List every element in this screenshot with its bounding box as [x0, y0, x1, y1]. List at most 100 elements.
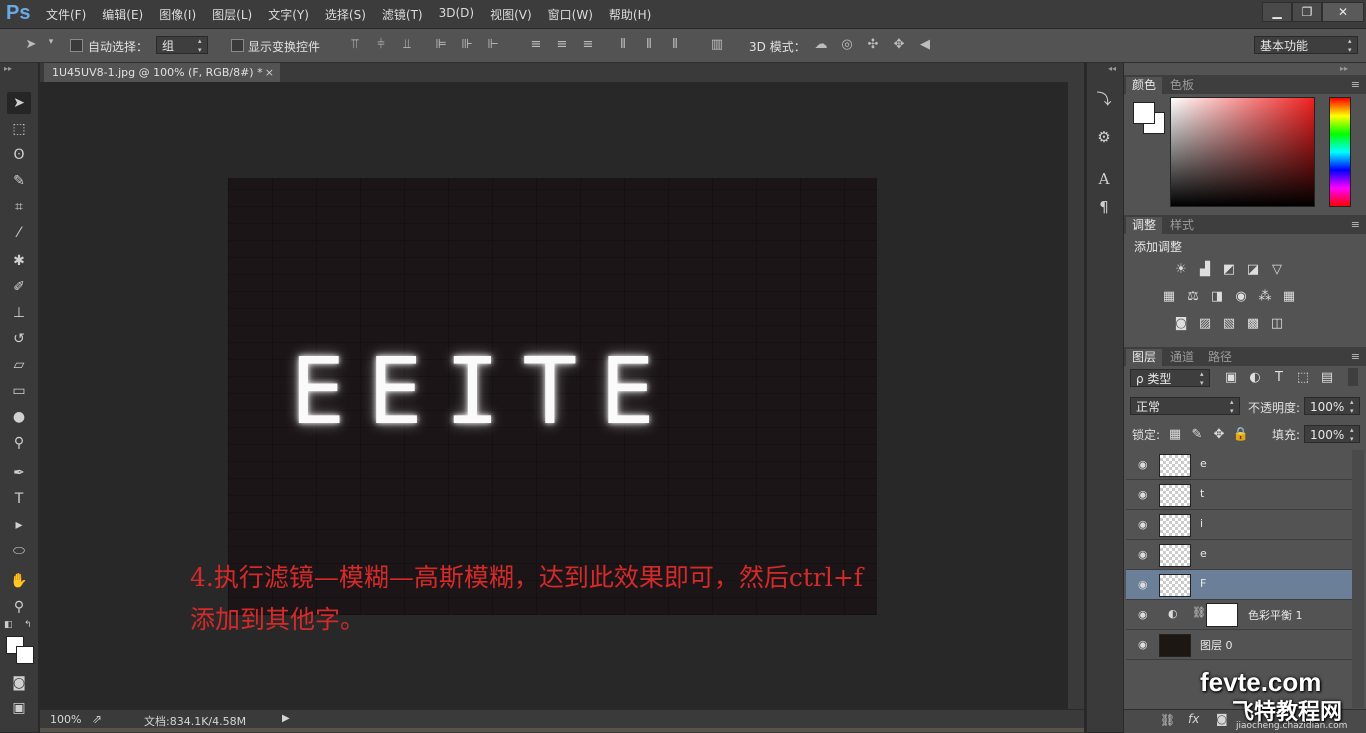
layer-row[interactable]: ◉ ◐ ⛓ 色彩平衡 1	[1126, 600, 1352, 630]
levels-icon[interactable]: ▟	[1196, 262, 1214, 278]
brightness-icon[interactable]: ☀	[1172, 262, 1190, 278]
type-tool-icon[interactable]: T	[7, 488, 31, 510]
show-transform-checkbox[interactable]	[231, 39, 244, 52]
visibility-eye-icon[interactable]: ◉	[1138, 518, 1148, 531]
crop-tool-icon[interactable]: ⌗	[7, 196, 31, 218]
align-right-icon[interactable]: ⊩	[484, 37, 502, 52]
photo-filter-icon[interactable]: ◉	[1232, 289, 1250, 305]
character-panel-icon[interactable]: A	[1094, 170, 1114, 188]
curves-icon[interactable]: ◩	[1220, 262, 1238, 278]
restore-button[interactable]: ❐	[1292, 2, 1322, 22]
black-white-icon[interactable]: ◨	[1208, 289, 1226, 305]
menu-file[interactable]: 文件(F)	[46, 6, 86, 23]
link-layers-icon[interactable]: ⛓	[1160, 713, 1175, 727]
menu-type[interactable]: 文字(Y)	[268, 6, 309, 23]
layer-row[interactable]: ◉ 图层 0	[1126, 630, 1352, 660]
swap-colors-icon[interactable]: ↰	[24, 620, 32, 630]
align-left-icon[interactable]: ⊫	[432, 37, 450, 52]
distribute-bottom-icon[interactable]: ≡	[579, 37, 597, 52]
3d-slide-icon[interactable]: ✥	[890, 37, 908, 52]
marquee-tool-icon[interactable]: ⬚	[7, 118, 31, 140]
menu-filter[interactable]: 滤镜(T)	[382, 6, 423, 23]
filter-type-icon[interactable]: T	[1270, 370, 1288, 386]
invert-icon[interactable]: ◙	[1172, 316, 1190, 332]
document-tab[interactable]: 1U45UV8-1.jpg @ 100% (F, RGB/8#) * ×	[44, 63, 280, 82]
color-spectrum[interactable]	[1170, 97, 1315, 207]
ellipse-tool-icon[interactable]: ⬭	[7, 540, 31, 562]
visibility-eye-icon[interactable]: ◉	[1138, 578, 1148, 591]
blend-mode-dropdown[interactable]: 正常	[1130, 397, 1240, 416]
visibility-eye-icon[interactable]: ◉	[1138, 488, 1148, 501]
tab-layers[interactable]: 图层	[1126, 349, 1163, 366]
dodge-tool-icon[interactable]: ⚲	[7, 432, 31, 454]
quick-select-tool-icon[interactable]: ✎	[7, 170, 31, 192]
tab-styles[interactable]: 样式	[1164, 217, 1200, 234]
tab-adjustments[interactable]: 调整	[1126, 217, 1163, 234]
layer-row-selected[interactable]: ◉ F	[1126, 570, 1352, 600]
distribute-top-icon[interactable]: ≡	[527, 37, 545, 52]
tab-color[interactable]: 颜色	[1126, 77, 1163, 94]
history-brush-tool-icon[interactable]: ↺	[7, 328, 31, 350]
distribute-hcenter-icon[interactable]: ⦀	[640, 37, 658, 52]
filter-toggle-switch[interactable]	[1348, 368, 1358, 386]
eyedropper-tool-icon[interactable]: ⁄	[7, 222, 31, 244]
workspace-dropdown[interactable]: 基本功能	[1254, 36, 1358, 55]
eraser-tool-icon[interactable]: ▱	[7, 354, 31, 376]
add-mask-icon[interactable]: ◙	[1216, 712, 1228, 726]
distribute-right-icon[interactable]: ⦀	[666, 37, 684, 52]
align-top-icon[interactable]: ⫪	[346, 37, 364, 52]
layer-row[interactable]: ◉ t	[1126, 480, 1352, 510]
hue-saturation-icon[interactable]: ▦	[1160, 289, 1178, 305]
history-panel-icon[interactable]: ⤵	[1094, 88, 1114, 109]
visibility-eye-icon[interactable]: ◉	[1138, 608, 1148, 621]
lock-pixels-icon[interactable]: ✎	[1188, 427, 1206, 443]
layer-mask-thumbnail[interactable]	[1206, 603, 1238, 627]
menu-view[interactable]: 视图(V)	[490, 6, 532, 23]
opacity-input[interactable]: 100%	[1304, 397, 1360, 416]
pen-tool-icon[interactable]: ✒	[7, 462, 31, 484]
properties-panel-icon[interactable]: ⚙	[1094, 128, 1114, 146]
exposure-icon[interactable]: ◪	[1244, 262, 1262, 278]
menu-image[interactable]: 图像(I)	[159, 6, 196, 23]
gradient-map-icon[interactable]: ▩	[1244, 316, 1262, 332]
clone-stamp-tool-icon[interactable]: ⊥	[7, 302, 31, 324]
menu-help[interactable]: 帮助(H)	[609, 6, 651, 23]
visibility-eye-icon[interactable]: ◉	[1138, 458, 1148, 471]
horizontal-scrollbar[interactable]	[40, 728, 1084, 732]
align-bottom-icon[interactable]: ⫫	[398, 37, 416, 52]
auto-select-checkbox[interactable]	[70, 39, 83, 52]
channel-mixer-icon[interactable]: ⁂	[1256, 289, 1274, 305]
fill-input[interactable]: 100%	[1304, 425, 1360, 444]
toolbox-collapse-icon[interactable]: ▸▸	[4, 64, 12, 73]
selective-color-icon[interactable]: ◫	[1268, 316, 1286, 332]
blur-tool-icon[interactable]: ●	[7, 406, 31, 428]
auto-select-dropdown[interactable]: 组	[156, 36, 208, 55]
color-balance-icon[interactable]: ⚖	[1184, 289, 1202, 305]
layer-row[interactable]: ◉ i	[1126, 510, 1352, 540]
zoom-tool-icon[interactable]: ⚲	[7, 596, 31, 618]
vibrance-icon[interactable]: ▽	[1268, 262, 1286, 278]
screen-mode-icon[interactable]: ▣	[7, 697, 31, 719]
move-tool-preset-icon[interactable]: ➤	[22, 37, 40, 52]
menu-window[interactable]: 窗口(W)	[548, 6, 593, 23]
paragraph-panel-icon[interactable]: ¶	[1094, 198, 1114, 216]
menu-select[interactable]: 选择(S)	[325, 6, 366, 23]
move-tool-icon[interactable]: ➤	[7, 92, 31, 114]
layer-row[interactable]: ◉ e	[1126, 450, 1352, 480]
tab-close-icon[interactable]: ×	[265, 63, 274, 82]
layer-row[interactable]: ◉ e	[1126, 540, 1352, 570]
zoom-level[interactable]: 100%	[50, 713, 81, 726]
3d-scale-icon[interactable]: ◀	[916, 37, 934, 52]
preset-dropdown-icon[interactable]: ▾	[42, 37, 60, 47]
path-select-tool-icon[interactable]: ▸	[7, 514, 31, 536]
3d-roll-icon[interactable]: ◎	[838, 37, 856, 52]
align-hcenter-icon[interactable]: ⊪	[458, 37, 476, 52]
layers-panel-menu-icon[interactable]: ≡	[1351, 350, 1360, 363]
filter-smart-icon[interactable]: ▤	[1318, 370, 1336, 386]
export-icon[interactable]: ⇗	[92, 712, 102, 726]
tab-paths[interactable]: 路径	[1202, 349, 1238, 366]
fg-color-swatch[interactable]	[1133, 102, 1155, 124]
tab-channels[interactable]: 通道	[1164, 349, 1200, 366]
distribute-left-icon[interactable]: ⦀	[614, 37, 632, 52]
tab-swatches[interactable]: 色板	[1164, 77, 1200, 94]
